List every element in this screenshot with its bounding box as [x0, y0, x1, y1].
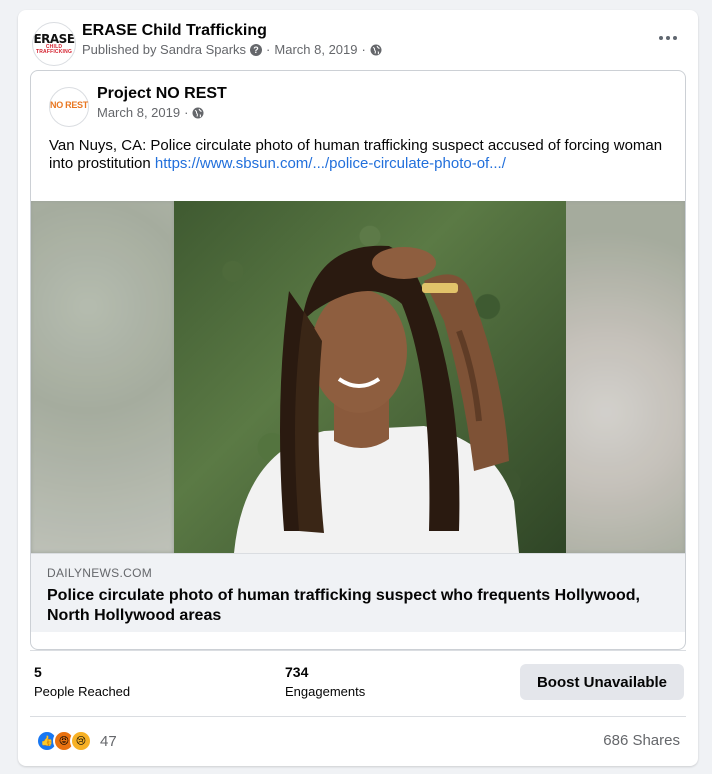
people-reached[interactable]: 5 People Reached	[34, 664, 130, 699]
published-by[interactable]: Published by Sandra Sparks	[82, 42, 246, 57]
question-icon[interactable]: ?	[250, 43, 263, 56]
shared-page-title[interactable]: Project NO REST	[97, 85, 227, 103]
shared-page-avatar[interactable]: NO REST	[49, 87, 89, 127]
post-date[interactable]: March 8, 2019	[274, 42, 357, 57]
engagements-label: Engagements	[285, 684, 366, 699]
post-meta: Published by Sandra Sparks ? · March 8, …	[82, 42, 382, 57]
image-blur-left	[31, 201, 174, 553]
shared-meta: March 8, 2019 ·	[97, 105, 204, 120]
dot-icon	[673, 36, 677, 40]
boost-button[interactable]: Boost Unavailable	[520, 664, 684, 700]
dot-icon	[659, 36, 663, 40]
more-options-button[interactable]	[656, 32, 680, 44]
meta-separator: ·	[184, 105, 189, 120]
shared-post: NO REST Project NO REST March 8, 2019 · …	[30, 70, 686, 650]
divider	[30, 650, 686, 651]
post-link[interactable]: https://www.sbsun.com/.../police-circula…	[155, 155, 506, 172]
reaction-count: 47	[100, 732, 117, 750]
shared-date[interactable]: March 8, 2019	[97, 105, 180, 120]
dot-icon	[666, 36, 670, 40]
link-preview[interactable]: DAILYNEWS.COM Police circulate photo of …	[31, 553, 685, 632]
people-reached-value: 5	[34, 664, 42, 680]
link-title[interactable]: Police circulate photo of human traffick…	[47, 586, 667, 626]
page-title[interactable]: ERASE Child Trafficking	[82, 22, 267, 40]
meta-separator: ·	[361, 42, 366, 57]
link-image[interactable]	[31, 201, 685, 553]
erase-logo: ERASE CHILD TRAFFICKING	[33, 32, 75, 55]
sad-icon: 😢	[70, 730, 92, 752]
divider	[30, 716, 686, 717]
globe-icon	[370, 44, 382, 55]
post-text: Van Nuys, CA: Police circulate photo of …	[49, 137, 663, 172]
no-rest-logo: NO REST	[50, 100, 88, 110]
engagements-value: 734	[285, 664, 309, 680]
globe-icon	[192, 107, 204, 118]
reactions-summary[interactable]: 👍 😡 😢 47	[36, 730, 117, 752]
suspect-photo	[174, 201, 566, 553]
person-illustration	[234, 245, 519, 553]
people-reached-label: People Reached	[34, 684, 131, 699]
page-avatar[interactable]: ERASE CHILD TRAFFICKING	[32, 22, 76, 66]
post-card: ERASE CHILD TRAFFICKING ERASE Child Traf…	[18, 10, 698, 766]
link-domain: DAILYNEWS.COM	[47, 566, 153, 580]
meta-separator: ·	[266, 42, 271, 57]
engagements[interactable]: 734 Engagements	[285, 664, 365, 699]
shares-count[interactable]: 686 Shares	[603, 732, 680, 749]
